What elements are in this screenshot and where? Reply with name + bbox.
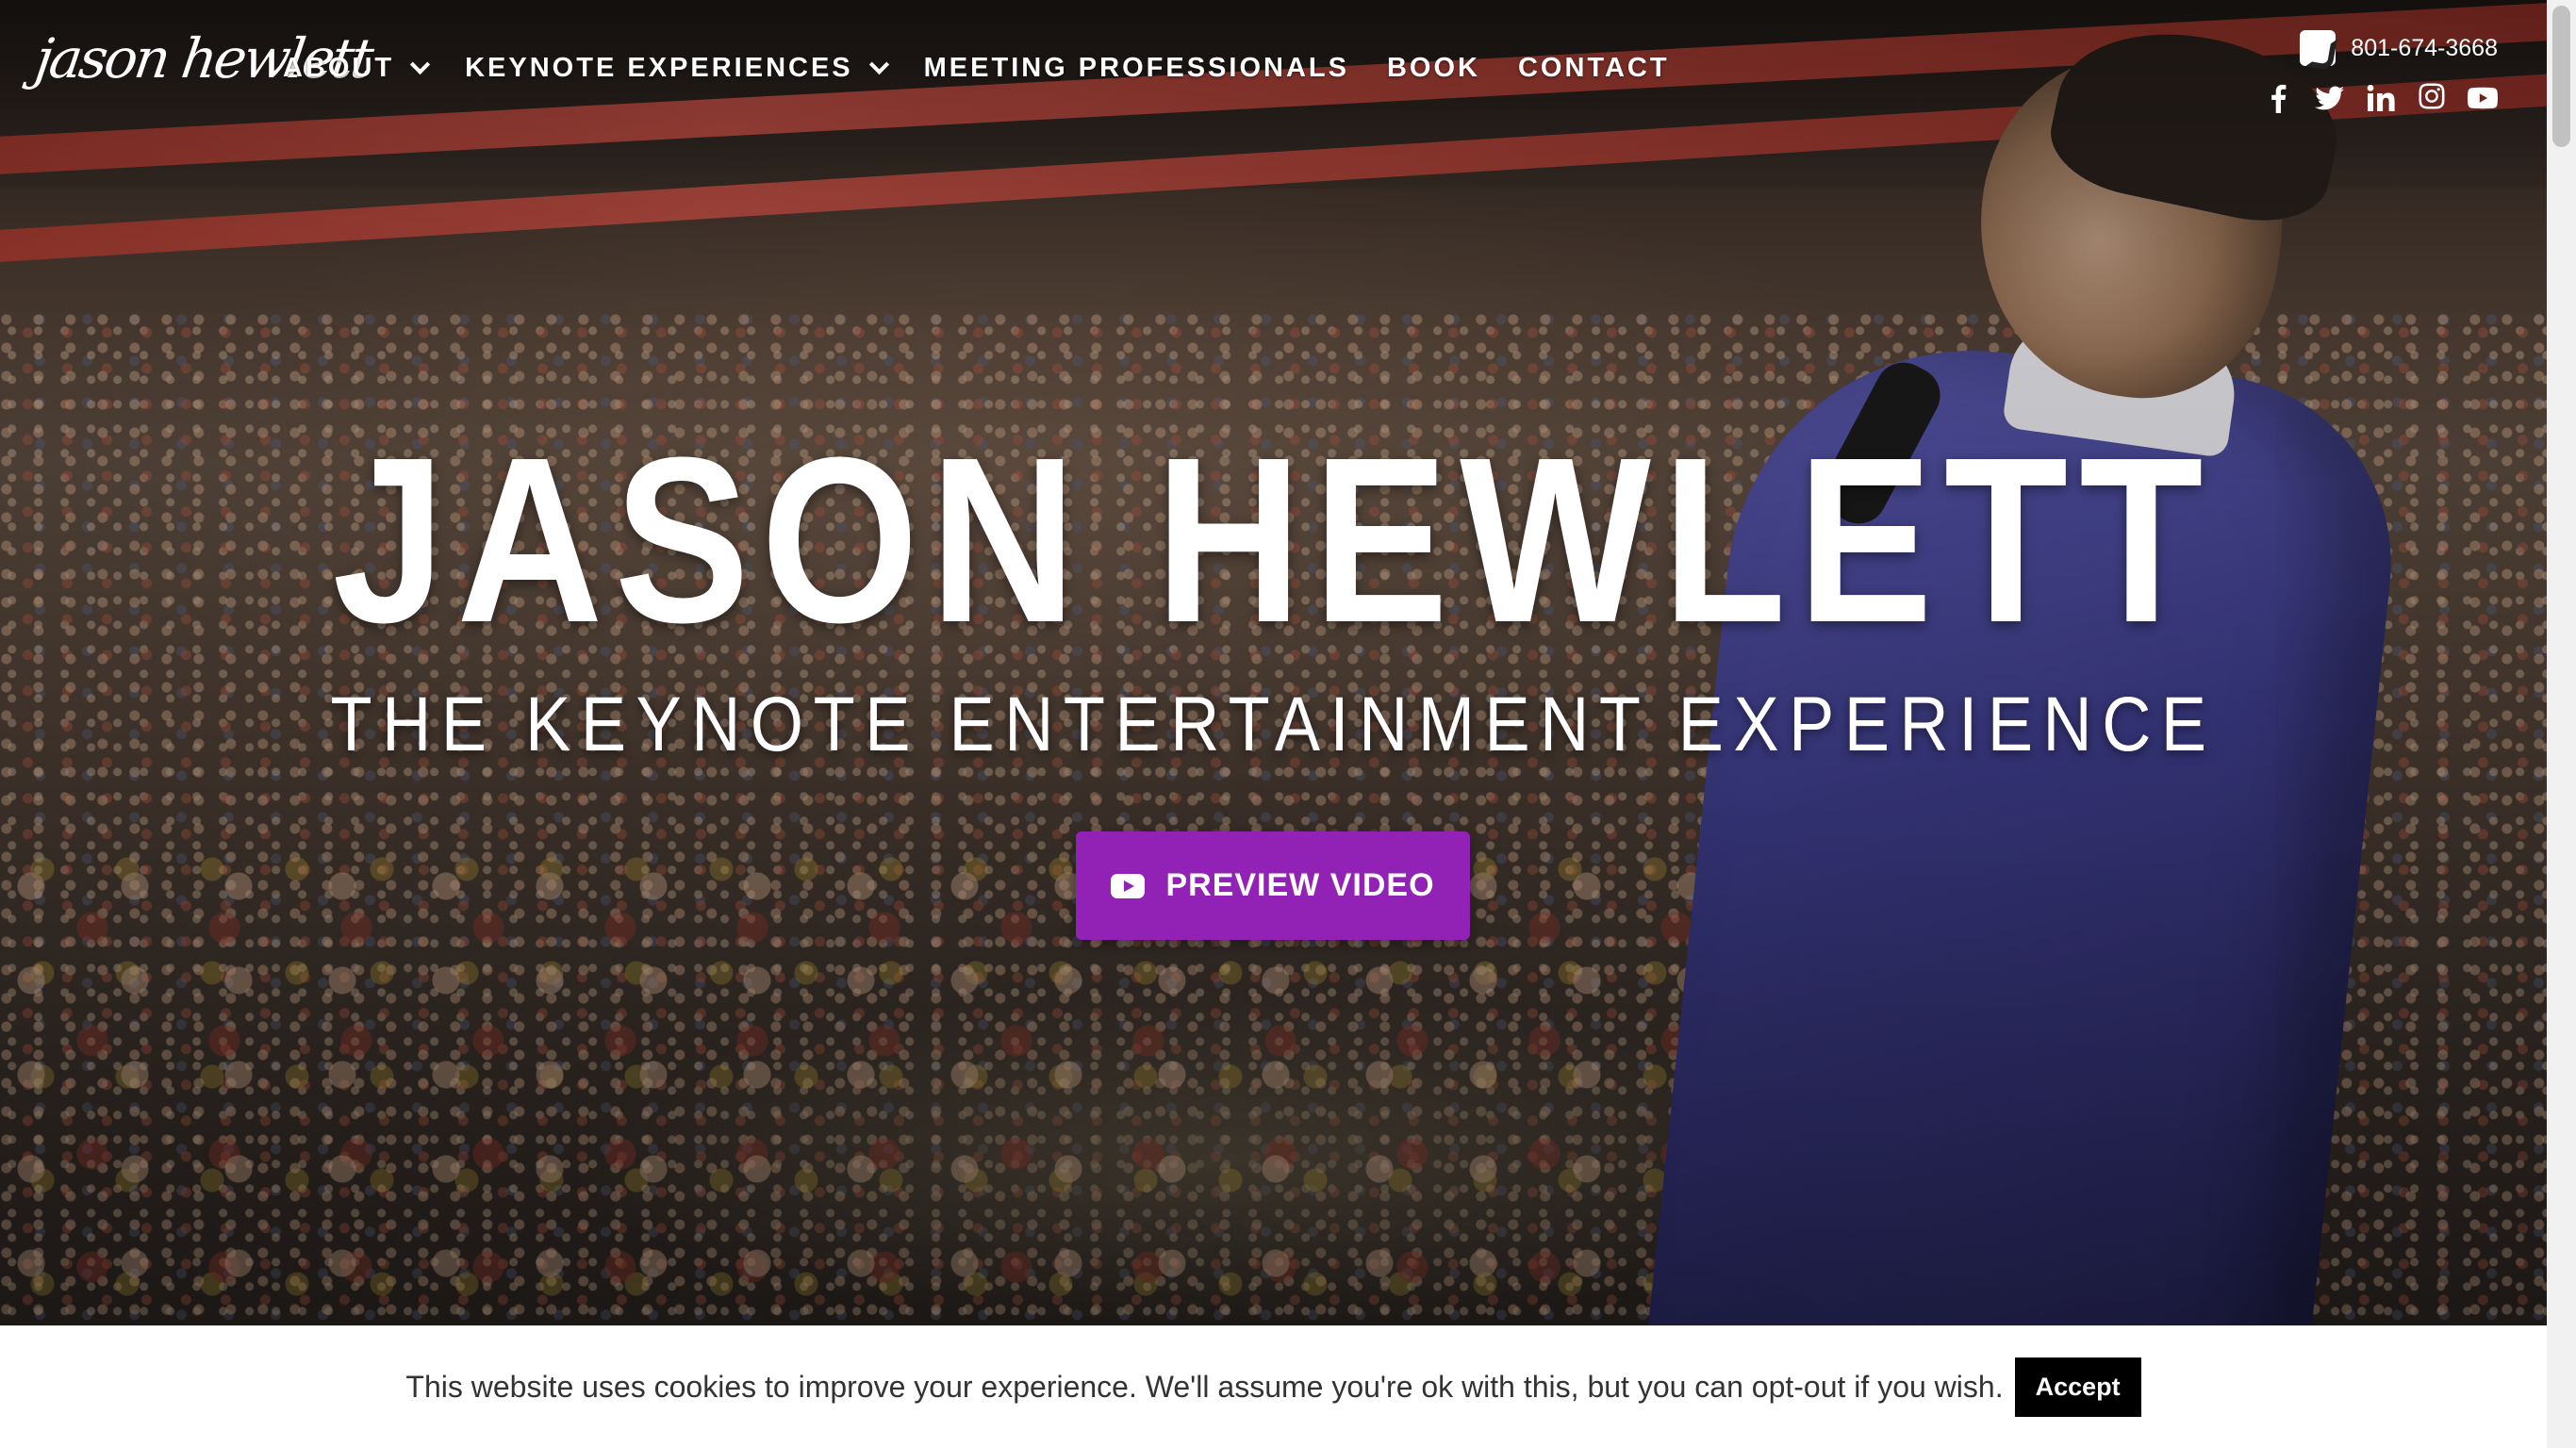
linkedin-icon[interactable] bbox=[2366, 83, 2396, 113]
main-nav: ABOUT KEYNOTE EXPERIENCES MEETING PROFES… bbox=[283, 53, 1708, 84]
youtube-play-icon bbox=[1111, 873, 1146, 898]
cookie-consent-bar: This website uses cookies to improve you… bbox=[0, 1325, 2547, 1448]
nav-item-label: KEYNOTE EXPERIENCES bbox=[465, 53, 853, 83]
cookie-message: This website uses cookies to improve you… bbox=[405, 1369, 2004, 1404]
facebook-icon[interactable] bbox=[2264, 83, 2294, 113]
nav-item-label: ABOUT bbox=[283, 53, 395, 83]
page: jason hewlett ABOUT KEYNOTE EXPERIENCES … bbox=[0, 0, 2576, 1448]
nav-item-label: MEETING PROFESSIONALS bbox=[923, 53, 1349, 83]
preview-video-label: PREVIEW VIDEO bbox=[1165, 867, 1435, 903]
social-links bbox=[2271, 83, 2498, 113]
nav-item-book[interactable]: BOOK bbox=[1387, 53, 1480, 84]
phone-icon bbox=[2300, 30, 2337, 66]
chevron-down-icon bbox=[410, 54, 431, 75]
nav-item-contact[interactable]: CONTACT bbox=[1518, 53, 1670, 84]
page-scrollbar[interactable] bbox=[2547, 0, 2576, 1448]
nav-item-label: CONTACT bbox=[1517, 53, 1670, 83]
header-contact: 801-674-3668 bbox=[2271, 30, 2498, 113]
phone-number: 801-674-3668 bbox=[2351, 34, 2498, 61]
cookie-accept-button[interactable]: Accept bbox=[2014, 1357, 2141, 1417]
hero-subtitle: THE KEYNOTE ENTERTAINMENT EXPERIENCE bbox=[330, 682, 2217, 767]
nav-item-label: BOOK bbox=[1386, 53, 1480, 83]
scrollbar-thumb[interactable] bbox=[2552, 6, 2570, 147]
chevron-down-icon bbox=[868, 54, 889, 75]
phone-link[interactable]: 801-674-3668 bbox=[2271, 30, 2498, 66]
youtube-icon[interactable] bbox=[2468, 83, 2498, 113]
twitter-icon[interactable] bbox=[2315, 83, 2345, 113]
nav-item-meeting-professionals[interactable]: MEETING PROFESSIONALS bbox=[924, 53, 1349, 84]
site-header: jason hewlett ABOUT KEYNOTE EXPERIENCES … bbox=[0, 0, 2547, 141]
hero-title: JASON HEWLETT bbox=[332, 408, 2215, 671]
preview-video-button[interactable]: PREVIEW VIDEO bbox=[1076, 831, 1470, 940]
nav-item-keynote-experiences[interactable]: KEYNOTE EXPERIENCES bbox=[465, 53, 889, 84]
instagram-icon[interactable] bbox=[2417, 83, 2447, 113]
nav-item-about[interactable]: ABOUT bbox=[283, 53, 431, 84]
